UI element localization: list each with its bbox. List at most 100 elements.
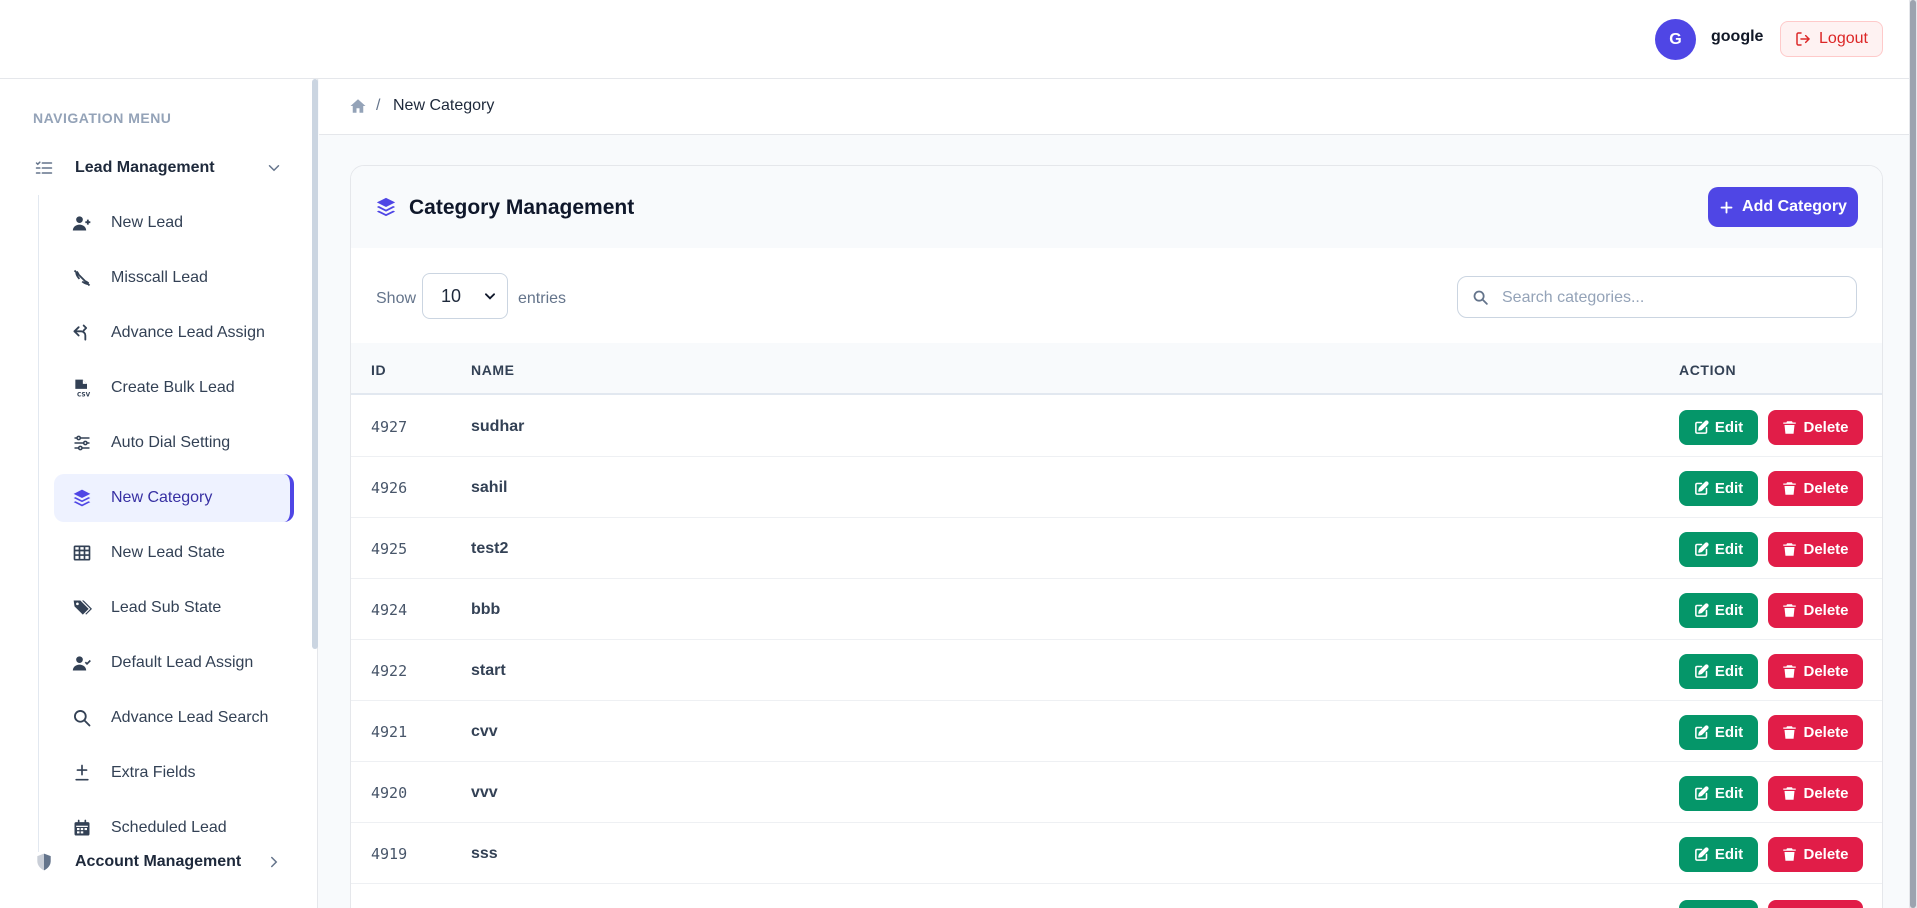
avatar[interactable]: G [1655,19,1696,60]
table-controls: Show 10 entries [351,248,1882,343]
sidebar-item-default-lead-assign[interactable]: Default Lead Assign [54,639,294,687]
sidebar-item-misscall-lead[interactable]: Misscall Lead [54,254,294,302]
trash-icon [1783,665,1797,678]
sidebar-item-new-lead[interactable]: New Lead [54,199,294,247]
cell-id: 4924 [371,601,408,619]
edit-button[interactable]: Edit [1679,654,1758,689]
page-scrollbar-thumb[interactable] [1910,0,1916,908]
sidebar-item-label: Lead Sub State [111,599,222,616]
cell-name: sss [471,845,498,862]
calendar-icon [71,817,93,839]
sidebar-item-auto-dial-setting[interactable]: Auto Dial Setting [54,419,294,467]
list-check-icon [33,157,55,179]
edit-button[interactable]: Edit [1679,593,1758,628]
cell-name: test2 [471,540,509,557]
sidebar-item-advance-lead-assign[interactable]: Advance Lead Assign [54,309,294,357]
sidebar-item-extra-fields[interactable]: Extra Fields [54,749,294,797]
cell-id: 4927 [371,418,408,436]
edit-label: Edit [1714,419,1744,436]
trash-icon [1783,482,1797,495]
delete-label: Delete [1803,846,1849,863]
delete-button[interactable]: Delete [1768,410,1863,445]
edit-button[interactable] [1679,900,1758,908]
logout-button[interactable]: Logout [1780,21,1883,57]
sidebar-group-lead-management[interactable]: Lead Management [33,148,283,188]
delete-label: Delete [1803,724,1849,741]
svg-text:CSV: CSV [77,392,91,398]
cell-id: 4921 [371,723,408,741]
edit-label: Edit [1714,541,1744,558]
edit-button[interactable]: Edit [1679,776,1758,811]
sidebar-scrollbar[interactable] [312,79,318,649]
sidebar-item-label: Auto Dial Setting [111,434,231,451]
edit-button[interactable]: Edit [1679,471,1758,506]
table-row: 4919 sss Edit Delete [351,823,1882,884]
delete-button[interactable]: Delete [1768,776,1863,811]
trash-icon [1783,787,1797,800]
group-label: Account Management [75,853,242,870]
delete-button[interactable] [1768,900,1863,908]
username: google [1711,28,1764,45]
nav-heading: NAVIGATION MENU [33,110,172,126]
cell-id: 4922 [371,662,408,680]
search-box[interactable] [1457,276,1857,318]
cell-name: sahil [471,479,508,496]
sidebar-item-lead-sub-state[interactable]: Lead Sub State [54,584,294,632]
sidebar-item-new-category[interactable]: New Category [54,474,294,522]
table-row: 4922 start Edit Delete [351,640,1882,701]
search-icon [71,707,93,729]
edit-label: Edit [1714,785,1744,802]
delete-label: Delete [1803,663,1849,680]
delete-label: Delete [1803,602,1849,619]
column-header-action: ACTION [1679,362,1737,378]
edit-button[interactable]: Edit [1679,837,1758,872]
sidebar-item-label: New Lead [111,214,184,231]
logout-label: Logout [1819,30,1868,47]
edit-icon [1694,725,1709,739]
entries-select[interactable]: 10 [422,273,508,319]
group-label: Lead Management [75,159,215,176]
delete-button[interactable]: Delete [1768,654,1863,689]
show-label: Show [376,290,417,307]
table-header: ID NAME ACTION [351,343,1882,395]
share-arrows-icon [71,322,93,344]
delete-button[interactable]: Delete [1768,837,1863,872]
edit-button[interactable]: Edit [1679,715,1758,750]
delete-button[interactable]: Delete [1768,532,1863,567]
column-header-name: NAME [471,362,515,378]
layers-icon [71,487,93,509]
sidebar-item-label: Create Bulk Lead [111,379,235,396]
edit-icon [1694,664,1709,678]
page-scrollbar[interactable] [1909,0,1917,908]
sidebar-group-account-management[interactable]: Account Management [33,842,283,882]
phone-slash-icon [71,267,93,289]
sidebar-item-label: Advance Lead Search [111,709,269,726]
search-icon [1473,290,1488,305]
cell-id: 4919 [371,845,408,863]
shield-icon [33,851,55,873]
top-bar: G google Logout [0,0,1917,79]
sidebar-item-label: Misscall Lead [111,269,208,286]
delete-button[interactable]: Delete [1768,593,1863,628]
cell-id: 4926 [371,479,408,497]
add-category-button[interactable]: Add Category [1708,187,1858,227]
edit-icon [1694,481,1709,495]
sidebar-item-advance-lead-search[interactable]: Advance Lead Search [54,694,294,742]
layers-icon [376,197,396,217]
sidebar-item-new-lead-state[interactable]: New Lead State [54,529,294,577]
table-row: 4920 vvv Edit Delete [351,762,1882,823]
edit-button[interactable]: Edit [1679,410,1758,445]
cell-name: vvv [471,784,498,801]
delete-label: Delete [1803,480,1849,497]
edit-button[interactable]: Edit [1679,532,1758,567]
table-row: 4921 cvv Edit Delete [351,701,1882,762]
column-header-id: ID [371,362,387,378]
category-card: Category Management Add Category Show 10… [350,165,1883,908]
cell-name: cvv [471,723,498,740]
home-icon[interactable] [349,97,367,115]
search-input[interactable] [1502,286,1842,310]
delete-button[interactable]: Delete [1768,715,1863,750]
sidebar-item-create-bulk-lead[interactable]: CSV Create Bulk Lead [54,364,294,412]
sidebar-item-label: New Category [111,489,213,506]
delete-button[interactable]: Delete [1768,471,1863,506]
